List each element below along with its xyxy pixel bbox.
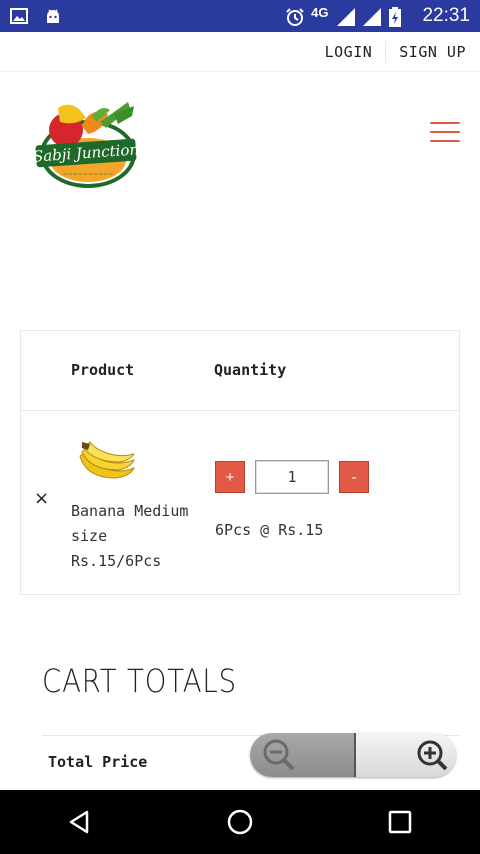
product-price-label: Rs.15/6Pcs <box>71 552 162 570</box>
product-name[interactable]: Banana Medium size Rs.15/6Pcs <box>71 499 211 574</box>
battery-icon <box>388 7 406 27</box>
menu-icon[interactable] <box>430 122 460 142</box>
home-icon <box>227 809 253 835</box>
remove-item-button[interactable]: × <box>34 488 49 509</box>
recents-button[interactable] <box>380 802 420 842</box>
signal-icon <box>362 7 382 26</box>
cart-totals-heading: CART TOTALS <box>42 662 237 700</box>
zoom-control <box>250 733 456 777</box>
menu-line <box>430 140 460 142</box>
gallery-icon <box>10 7 28 25</box>
unit-price: 6Pcs @ Rs.15 <box>215 521 324 539</box>
login-link[interactable]: LOGIN <box>312 43 386 61</box>
status-bar: 4G 22:31 <box>0 0 480 32</box>
total-price-label: Total Price <box>48 753 148 771</box>
zoom-in-button[interactable] <box>356 733 456 777</box>
signal-icon <box>336 7 356 26</box>
banana-product-image[interactable] <box>76 440 136 484</box>
zoom-out-button[interactable] <box>250 733 356 777</box>
product-column-header: Product <box>71 361 135 379</box>
increase-quantity-button[interactable]: + <box>215 461 245 493</box>
quantity-stepper: + - <box>215 460 369 494</box>
product-name-line: Banana Medium <box>71 502 189 520</box>
back-icon <box>69 810 89 834</box>
top-links-bar: LOGIN SIGN UP <box>0 32 480 72</box>
svg-text:~~~~~~~~~~: ~~~~~~~~~~ <box>63 171 113 178</box>
zoom-out-icon <box>263 739 295 771</box>
decrease-quantity-button[interactable]: - <box>339 461 369 493</box>
home-button[interactable] <box>220 802 260 842</box>
site-logo[interactable]: Sabji Junction ~~~~~~~~~~ <box>30 96 142 192</box>
clock: 22:31 <box>422 5 470 26</box>
cart-table-header: Product Quantity <box>21 331 459 411</box>
product-name-line: size <box>71 527 108 545</box>
quantity-column-header: Quantity <box>214 361 287 379</box>
zoom-in-icon <box>417 740 448 771</box>
network-type: 4G <box>311 4 329 20</box>
back-button[interactable] <box>60 802 100 842</box>
system-navigation-bar <box>0 790 480 854</box>
alarm-icon <box>285 7 304 26</box>
menu-line <box>430 131 460 133</box>
signup-link[interactable]: SIGN UP <box>386 43 466 61</box>
android-icon <box>44 7 62 25</box>
menu-line <box>430 122 460 124</box>
quantity-input[interactable] <box>255 460 329 494</box>
recents-icon <box>388 810 412 834</box>
